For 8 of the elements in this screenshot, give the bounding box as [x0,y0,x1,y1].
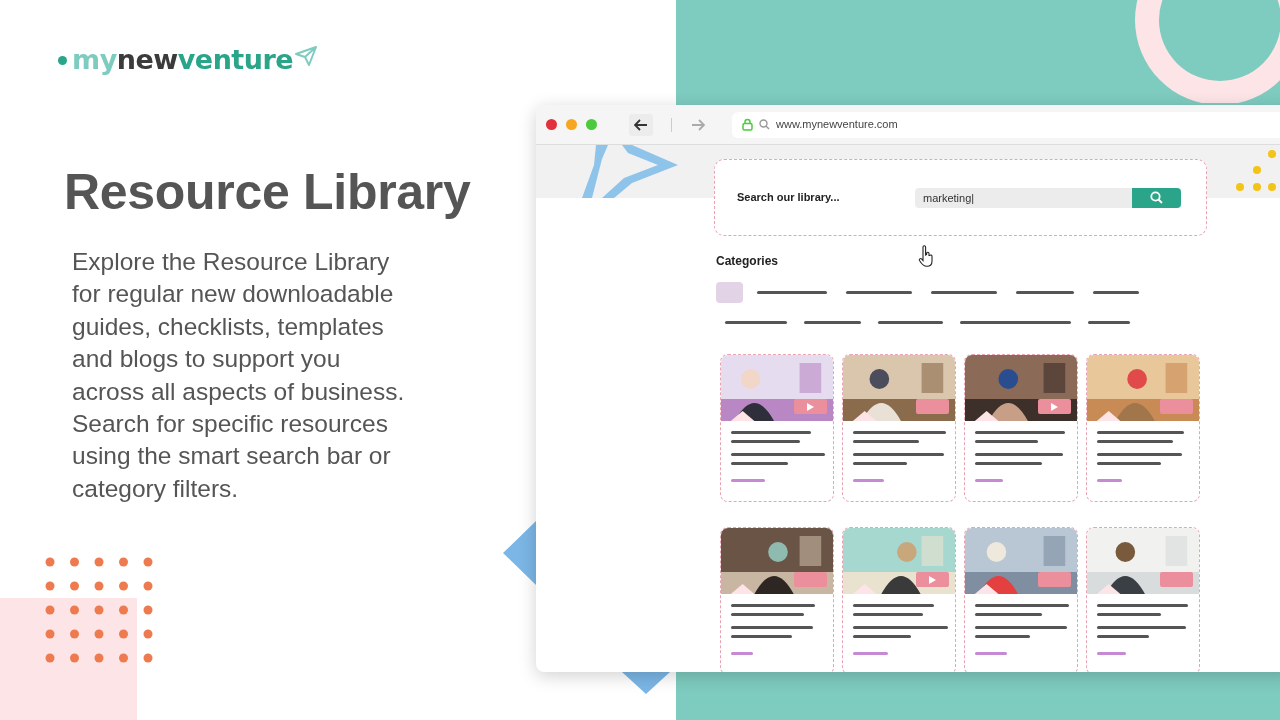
page-title: Resource Library [64,163,471,222]
address-bar[interactable]: www.mynewventure.com [732,111,1280,138]
categories-heading: Categories [716,253,779,270]
url-text: www.mynewventure.com [776,117,898,133]
description-text: Explore the Resource Library for regular new downloadable guides, checklists, templates and blogs to support you across all aspects of business. Search for specific resources using the smart search bar or category filters. [72,247,406,504]
search-label: Search our library... [737,190,841,206]
logo-text: mynewventure [72,44,294,75]
search-field[interactable]: marketing| [915,187,1132,208]
